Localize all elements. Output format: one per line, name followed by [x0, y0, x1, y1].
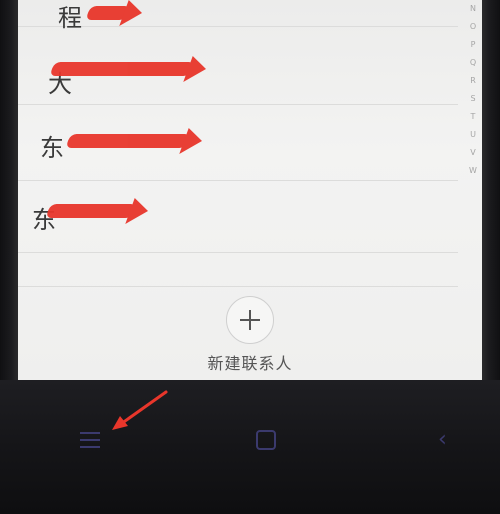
contact-row[interactable]: 东 — [18, 104, 458, 181]
index-letter[interactable]: N — [468, 0, 478, 18]
plus-icon[interactable] — [226, 296, 274, 344]
index-letter[interactable]: R — [468, 72, 478, 90]
redaction-mark — [45, 204, 137, 218]
navigation-bar: ‹ — [0, 380, 500, 514]
contact-row[interactable]: 大 — [18, 28, 458, 105]
new-contact-label: 新建联系人 — [207, 354, 293, 373]
index-letter[interactable]: W — [468, 162, 478, 180]
index-letter[interactable]: U — [468, 126, 478, 144]
alphabet-index-bar[interactable]: N O P Q R S T U V W — [468, 0, 478, 180]
index-letter[interactable]: P — [468, 36, 478, 54]
redaction-mark — [65, 134, 191, 148]
phone-bezel-left — [0, 0, 18, 380]
contact-name: 东 — [40, 134, 64, 162]
contact-row[interactable]: 东 — [18, 180, 458, 253]
redaction-mark — [85, 6, 131, 20]
empty-row — [18, 252, 458, 287]
contacts-screen: 程 大 东 东 N O P Q R S T U V W 新建联系人 — [18, 0, 482, 380]
back-icon[interactable]: ‹ — [438, 429, 458, 451]
index-letter[interactable]: O — [468, 18, 478, 36]
new-contact-button[interactable]: 新建联系人 — [18, 296, 482, 374]
home-icon[interactable] — [256, 430, 276, 450]
contact-row[interactable]: 程 — [18, 0, 458, 32]
phone-photo: 程 大 东 东 N O P Q R S T U V W 新建联系人 ‹ — [0, 0, 500, 514]
index-letter[interactable]: V — [468, 144, 478, 162]
redaction-mark — [49, 62, 195, 76]
index-letter[interactable]: T — [468, 108, 478, 126]
index-letter[interactable]: S — [468, 90, 478, 108]
annotation-arrow — [112, 390, 168, 430]
phone-bezel-right — [482, 0, 500, 380]
menu-icon[interactable] — [80, 432, 100, 448]
index-letter[interactable]: Q — [468, 54, 478, 72]
